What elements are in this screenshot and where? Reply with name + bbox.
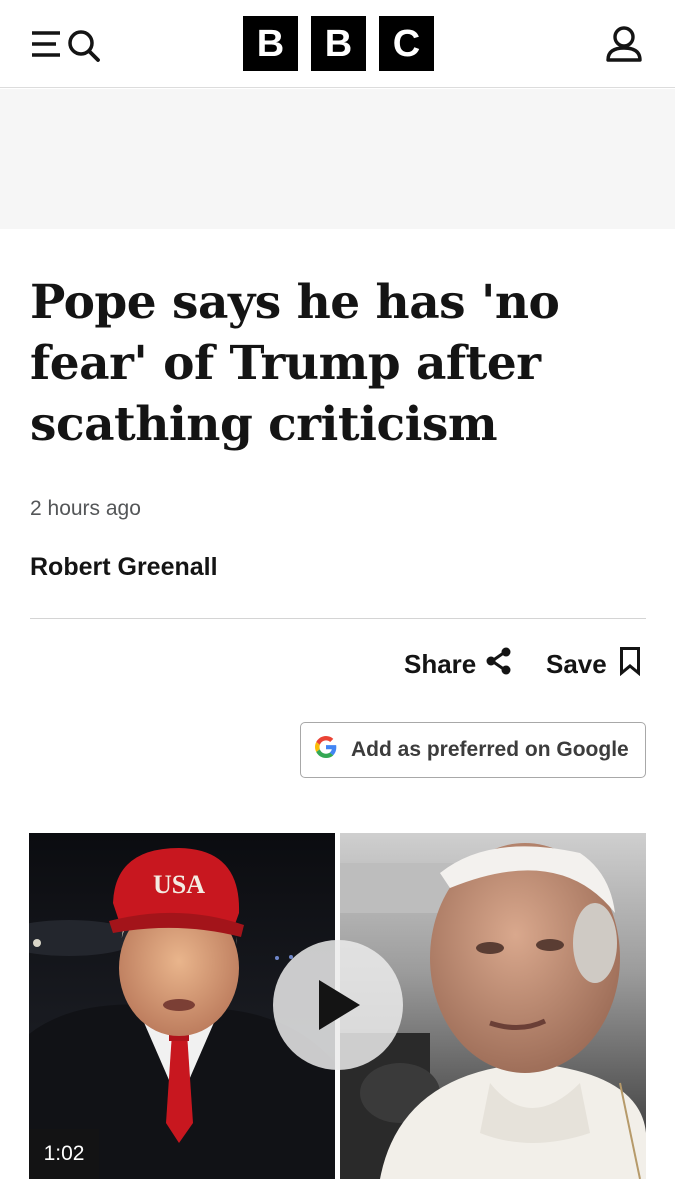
article-byline: Robert Greenall [30, 553, 218, 581]
share-button[interactable]: Share [404, 645, 512, 683]
advert-placeholder [0, 89, 675, 229]
play-icon[interactable] [273, 940, 403, 1070]
bookmark-icon [619, 646, 641, 683]
top-navigation-bar: B B C [0, 0, 675, 88]
account-icon[interactable] [604, 24, 644, 64]
logo-letter: B [311, 16, 366, 71]
article-headline: Pope says he has 'no fear' of Trump afte… [30, 275, 560, 452]
logo-letter: B [243, 16, 298, 71]
article-timestamp: 2 hours ago [30, 497, 141, 520]
logo-letter: C [379, 16, 434, 71]
menu-search-icon[interactable] [30, 27, 104, 63]
google-button-label: Add as preferred on Google [351, 738, 629, 761]
share-label: Share [404, 648, 477, 679]
google-g-icon [315, 736, 337, 764]
bbc-logo[interactable]: B B C [243, 16, 434, 71]
add-preferred-google-button[interactable]: Add as preferred on Google [300, 722, 646, 778]
save-button[interactable]: Save [546, 645, 641, 683]
share-icon [486, 647, 512, 682]
divider [30, 618, 646, 619]
save-label: Save [546, 648, 607, 679]
video-duration: 1:02 [29, 1129, 99, 1179]
cap-text: USA [153, 870, 205, 899]
video-player[interactable]: USA 1:02 [29, 833, 646, 1179]
